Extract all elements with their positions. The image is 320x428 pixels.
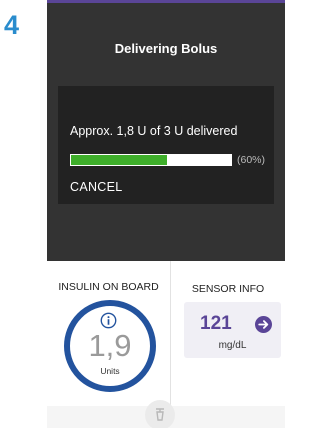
arrow-right-circle-icon <box>255 316 272 333</box>
iob-value: 1,9 <box>88 328 132 363</box>
insulin-on-board-panel[interactable]: INSULIN ON BOARD 1,9 Units <box>47 261 170 406</box>
sensor-unit: mg/dL <box>218 340 247 351</box>
progress-fill <box>71 155 167 165</box>
iob-title: INSULIN ON BOARD <box>58 281 159 293</box>
sensor-value: 121 <box>200 313 232 334</box>
sensor-reading-card[interactable]: 121 mg/dL <box>184 302 281 358</box>
sensor-title: SENSOR INFO <box>191 283 265 295</box>
sensor-info-panel[interactable]: SENSOR INFO 121 mg/dL <box>171 261 285 406</box>
pump-icon <box>156 408 164 421</box>
iob-unit: Units <box>100 366 120 376</box>
delivery-message: Approx. 1,8 U of 3 U delivered <box>70 124 238 138</box>
overlay-title: Delivering Bolus <box>114 41 218 56</box>
bolus-overlay: Delivering Bolus Approx. 1,8 U of 3 U de… <box>47 3 285 261</box>
info-icon[interactable] <box>100 312 117 329</box>
progress-bar <box>70 154 232 166</box>
cancel-button[interactable]: CANCEL <box>70 180 123 194</box>
phone-screen: Delivering Bolus Approx. 1,8 U of 3 U de… <box>47 0 285 428</box>
bolus-progress-dialog: Approx. 1,8 U of 3 U delivered (60%) CAN… <box>58 86 274 204</box>
bolus-tab-icon[interactable] <box>145 400 175 428</box>
progress-percent: (60%) <box>237 154 266 166</box>
iob-ring: 1,9 Units <box>64 300 156 392</box>
step-number: 4 <box>4 10 20 40</box>
